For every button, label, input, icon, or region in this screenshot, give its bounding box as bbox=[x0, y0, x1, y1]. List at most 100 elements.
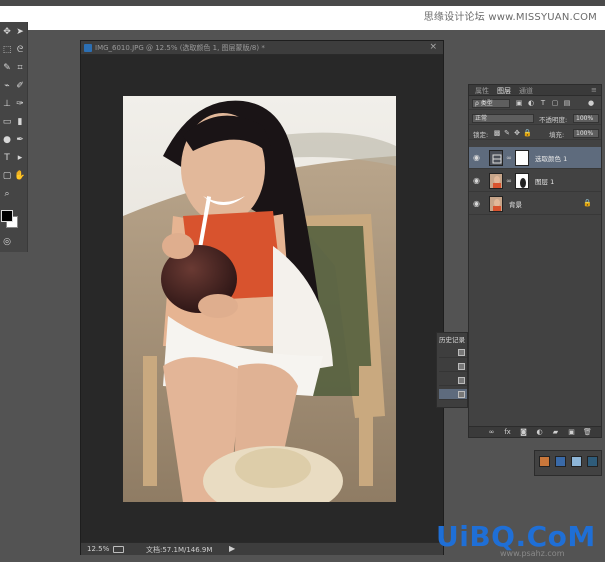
layer-name: 选取颜色 1 bbox=[535, 155, 568, 163]
opacity-label: 不透明度: bbox=[539, 116, 568, 124]
layers-panel: 属性 图层 通道 ≡ ρ 类型 ▣ ◐ T ▢ ▤ ● 正常 不透明度: 100… bbox=[468, 84, 602, 438]
panel-menu-icon[interactable]: ≡ bbox=[591, 86, 597, 94]
dock-swatch[interactable] bbox=[587, 456, 598, 467]
lock-pixels-icon[interactable]: ✎ bbox=[503, 129, 511, 137]
fill-input[interactable]: 100% bbox=[573, 129, 599, 138]
new-adjustment-icon[interactable]: ◐ bbox=[535, 428, 544, 437]
history-state-icon bbox=[458, 349, 465, 356]
dock-swatch[interactable] bbox=[571, 456, 582, 467]
layer-name: 背景 bbox=[509, 201, 522, 209]
move-tool-icon[interactable]: ✥ bbox=[1, 26, 13, 38]
filter-shape-icon[interactable]: ▢ bbox=[551, 99, 559, 107]
document-size: 文档:57.1M/146.9M bbox=[146, 546, 213, 554]
layer-row-background[interactable]: ◉ 背景 🔒 bbox=[469, 193, 601, 215]
new-layer-icon[interactable]: ▣ bbox=[567, 428, 576, 437]
layer-style-icon[interactable]: fx bbox=[503, 428, 512, 437]
brush-tool-icon[interactable]: ✐ bbox=[14, 80, 26, 92]
adjustment-thumbnail bbox=[489, 150, 503, 166]
document-tab[interactable]: IMG_6010.JPG @ 12.5% (选取颜色 1, 图层蒙版/8) * … bbox=[81, 41, 443, 55]
hand-tool-icon[interactable]: ✋ bbox=[14, 170, 26, 182]
panel-tabs: 属性 图层 通道 ≡ bbox=[469, 85, 601, 96]
marquee-tool-icon[interactable]: ⬚ bbox=[1, 44, 13, 56]
layer-filter-row: ρ 类型 ▣ ◐ T ▢ ▤ ● bbox=[469, 96, 601, 110]
history-row[interactable] bbox=[439, 361, 467, 372]
link-icon[interactable]: ∞ bbox=[505, 154, 513, 162]
lasso-tool-icon[interactable]: ᘓ bbox=[14, 44, 26, 56]
lock-row: 锁定: ▩ ✎ ✥ 🔒 填充: 100% bbox=[469, 126, 601, 140]
history-row[interactable] bbox=[439, 347, 467, 358]
canvas-image[interactable] bbox=[123, 96, 396, 502]
layer-thumbnail bbox=[489, 173, 503, 189]
quick-mask-icon[interactable]: ◎ bbox=[1, 236, 13, 248]
lock-transparent-icon[interactable]: ▩ bbox=[493, 129, 501, 137]
lock-all-icon[interactable]: 🔒 bbox=[523, 129, 532, 137]
history-brush-tool-icon[interactable]: ✑ bbox=[14, 98, 26, 110]
filter-adjustment-icon[interactable]: ◐ bbox=[527, 99, 535, 107]
arrow-tool-icon[interactable]: ➤ bbox=[14, 26, 26, 38]
layer-row-layer-1[interactable]: ◉ ∞ 图层 1 bbox=[469, 170, 601, 192]
dock-swatch[interactable] bbox=[555, 456, 566, 467]
shape-tool-icon[interactable]: ▢ bbox=[1, 170, 13, 182]
quick-select-tool-icon[interactable]: ✎ bbox=[1, 62, 13, 74]
eraser-tool-icon[interactable]: ▭ bbox=[1, 116, 13, 128]
zoom-level[interactable]: 12.5% bbox=[87, 545, 109, 553]
lock-label: 锁定: bbox=[473, 131, 489, 139]
link-layers-icon[interactable]: ∞ bbox=[487, 428, 496, 437]
history-state-icon bbox=[458, 363, 465, 370]
add-mask-icon[interactable]: ◙ bbox=[519, 428, 528, 437]
delete-layer-icon[interactable]: 🗑 bbox=[583, 428, 592, 437]
eye-icon[interactable]: ◉ bbox=[473, 176, 483, 186]
filter-type-icon[interactable]: T bbox=[539, 99, 547, 107]
layers-panel-footer: ∞ fx ◙ ◐ ▰ ▣ 🗑 bbox=[469, 426, 601, 437]
gradient-tool-icon[interactable]: ▮ bbox=[14, 116, 26, 128]
lock-icon: 🔒 bbox=[583, 199, 592, 207]
photo-illustration bbox=[123, 96, 396, 502]
lock-position-icon[interactable]: ✥ bbox=[513, 129, 521, 137]
document-title: IMG_6010.JPG @ 12.5% (选取颜色 1, 图层蒙版/8) * bbox=[95, 44, 265, 52]
layer-thumbnail bbox=[489, 196, 503, 212]
crop-tool-icon[interactable]: ⌗ bbox=[14, 62, 26, 74]
pen-tool-icon[interactable]: ✒ bbox=[14, 134, 26, 146]
filter-smart-icon[interactable]: ▤ bbox=[563, 99, 571, 107]
filter-toggle-icon[interactable]: ● bbox=[587, 99, 595, 107]
ps-file-icon bbox=[84, 44, 92, 52]
document-window: IMG_6010.JPG @ 12.5% (选取颜色 1, 图层蒙版/8) * … bbox=[80, 40, 444, 555]
status-bar: 12.5% 文档:57.1M/146.9M ▶ bbox=[81, 542, 443, 555]
history-panel-tab[interactable]: 历史记录 bbox=[439, 334, 465, 344]
camera-icon bbox=[113, 546, 124, 553]
top-strip: 思缘设计论坛 www.MISSYUAN.COM bbox=[0, 0, 605, 30]
history-row-selected[interactable] bbox=[439, 389, 467, 400]
close-icon[interactable]: × bbox=[429, 42, 437, 52]
tab-layers[interactable]: 图层 bbox=[497, 86, 511, 96]
dock-swatch[interactable] bbox=[539, 456, 550, 467]
mask-thumbnail[interactable] bbox=[515, 150, 529, 166]
foreground-color-swatch[interactable] bbox=[1, 210, 13, 222]
new-group-icon[interactable]: ▰ bbox=[551, 428, 560, 437]
stamp-tool-icon[interactable]: ⊥ bbox=[1, 98, 13, 110]
layer-filter-select[interactable]: ρ 类型 bbox=[472, 99, 510, 108]
history-row[interactable] bbox=[439, 375, 467, 386]
fill-label: 填充: bbox=[549, 131, 565, 139]
eyedropper-tool-icon[interactable]: ⌁ bbox=[1, 80, 13, 92]
history-state-icon bbox=[458, 391, 465, 398]
layer-name: 图层 1 bbox=[535, 178, 555, 186]
filter-pixel-icon[interactable]: ▣ bbox=[515, 99, 523, 107]
eye-icon[interactable]: ◉ bbox=[473, 199, 483, 209]
mask-thumbnail[interactable] bbox=[515, 173, 529, 189]
tab-properties[interactable]: 属性 bbox=[475, 86, 489, 96]
eye-icon[interactable]: ◉ bbox=[473, 153, 483, 163]
type-tool-icon[interactable]: T bbox=[1, 152, 13, 164]
blend-row: 正常 不透明度: 100% bbox=[469, 111, 601, 125]
path-select-tool-icon[interactable]: ▸ bbox=[14, 152, 26, 164]
history-panel: 历史记录 bbox=[436, 332, 468, 408]
layer-row-selective-color[interactable]: ◉ ∞ 选取颜色 1 bbox=[469, 147, 601, 169]
play-arrow-icon[interactable]: ▶ bbox=[229, 544, 235, 553]
side-dock bbox=[534, 450, 602, 476]
blend-mode-select[interactable]: 正常 bbox=[472, 114, 534, 123]
opacity-input[interactable]: 100% bbox=[573, 114, 599, 123]
watermark-top: 思缘设计论坛 www.MISSYUAN.COM bbox=[423, 12, 597, 23]
tab-channels[interactable]: 通道 bbox=[519, 86, 533, 96]
link-icon[interactable]: ∞ bbox=[505, 177, 513, 185]
zoom-tool-icon[interactable]: ⌕ bbox=[1, 188, 13, 200]
dodge-tool-icon[interactable]: ● bbox=[1, 134, 13, 146]
